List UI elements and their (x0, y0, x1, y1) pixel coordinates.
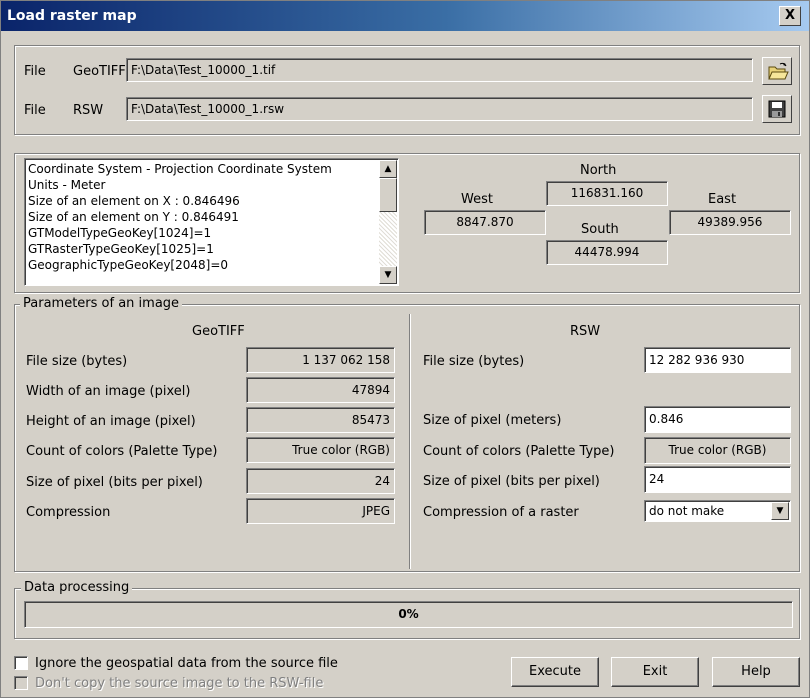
scroll-down-icon[interactable]: ▼ (379, 266, 397, 284)
geotiff-header: GeoTIFF (192, 324, 245, 339)
geotiff-param-value: JPEG (246, 498, 395, 524)
rsw-colors-label: Count of colors (Palette Type) (423, 444, 615, 459)
rsw-file-size-label: File size (bytes) (423, 354, 525, 369)
ignore-geo-label: Ignore the geospatial data from the sour… (35, 656, 338, 671)
geotiff-param-value: 47894 (246, 377, 395, 403)
list-item[interactable]: Size of an element on Y : 0.846491 (25, 209, 380, 225)
rsw-compression-label: Compression of a raster (423, 505, 579, 520)
geotiff-param-label: Width of an image (pixel) (26, 384, 191, 399)
rsw-type-label: RSW (73, 103, 104, 118)
dont-copy-label: Don't copy the source image to the RSW-f… (35, 676, 324, 691)
save-rsw-button[interactable] (762, 95, 792, 123)
help-button[interactable]: Help (712, 657, 800, 687)
rsw-bits-field[interactable]: 24 (644, 466, 791, 493)
west-label: West (461, 192, 493, 207)
chevron-down-icon[interactable]: ▼ (771, 502, 789, 520)
dont-copy-checkbox[interactable] (14, 676, 28, 690)
rsw-compression-select[interactable]: do not make ▼ (644, 500, 791, 522)
ignore-geo-checkbox[interactable] (14, 656, 28, 670)
rsw-bits-label: Size of pixel (bits per pixel) (423, 474, 600, 489)
rsw-compression-value: do not make (649, 504, 725, 518)
window-title: Load raster map (7, 8, 137, 24)
rsw-pixel-size-label: Size of pixel (meters) (423, 413, 562, 428)
north-label: North (580, 163, 617, 178)
progress-text: 0% (398, 607, 419, 621)
list-item[interactable]: GTModelTypeGeoKey[1024]=1 (25, 225, 380, 241)
exit-button[interactable]: Exit (611, 657, 699, 687)
geotiff-param-value: 85473 (246, 407, 395, 433)
title-bar: Load raster map X (1, 1, 809, 31)
list-item[interactable]: Units - Meter (25, 177, 380, 193)
rsw-file-label: File (24, 103, 46, 118)
north-field: 116831.160 (546, 181, 668, 206)
open-geotiff-button[interactable] (762, 57, 792, 85)
rsw-colors-field: True color (RGB) (644, 437, 791, 464)
save-disk-icon (768, 100, 786, 118)
geotiff-path-field[interactable]: F:\Data\Test_10000_1.tif (126, 58, 753, 82)
geo-info-lines: Coordinate System - Projection Coordinat… (25, 161, 380, 273)
geotiff-param-value: 24 (246, 468, 395, 494)
geotiff-file-label: File (24, 64, 46, 79)
parameters-divider (409, 314, 411, 569)
processing-group-title: Data processing (21, 580, 133, 595)
rsw-file-size-field[interactable]: 12 282 936 930 (644, 347, 791, 373)
list-item[interactable]: GTRasterTypeGeoKey[1025]=1 (25, 241, 380, 257)
east-label: East (708, 192, 737, 207)
processing-progress-bar: 0% (24, 601, 793, 628)
open-folder-icon (768, 62, 789, 80)
west-field: 8847.870 (424, 210, 546, 235)
list-item[interactable]: GeographicTypeGeoKey[2048]=0 (25, 257, 380, 273)
rsw-path-field[interactable]: F:\Data\Test_10000_1.rsw (126, 97, 753, 121)
geo-info-list[interactable]: Coordinate System - Projection Coordinat… (24, 158, 399, 286)
list-scrollbar[interactable]: ▲ ▼ (379, 160, 397, 284)
south-field: 44478.994 (546, 240, 668, 265)
geotiff-param-label: Compression (26, 505, 111, 520)
execute-button[interactable]: Execute (511, 657, 599, 687)
geotiff-param-label: Size of pixel (bits per pixel) (26, 475, 203, 490)
geotiff-param-label: Count of colors (Palette Type) (26, 444, 218, 459)
east-field: 49389.956 (669, 210, 791, 235)
rsw-pixel-size-field[interactable]: 0.846 (644, 406, 791, 433)
geotiff-param-label: File size (bytes) (26, 354, 128, 369)
scroll-thumb[interactable] (379, 178, 397, 212)
geotiff-param-label: Height of an image (pixel) (26, 414, 196, 429)
list-item[interactable]: Coordinate System - Projection Coordinat… (25, 161, 380, 177)
geotiff-type-label: GeoTIFF (73, 64, 126, 79)
scroll-up-icon[interactable]: ▲ (379, 160, 397, 178)
geotiff-param-value: True color (RGB) (246, 437, 395, 463)
rsw-header: RSW (570, 324, 601, 339)
load-raster-dialog: Load raster map X File GeoTIFF F:\Data\T… (0, 0, 810, 698)
south-label: South (581, 222, 619, 237)
geotiff-param-value: 1 137 062 158 (246, 347, 395, 373)
close-button[interactable]: X (779, 6, 801, 26)
parameters-group-title: Parameters of an image (20, 296, 183, 311)
list-item[interactable]: Size of an element on X : 0.846496 (25, 193, 380, 209)
